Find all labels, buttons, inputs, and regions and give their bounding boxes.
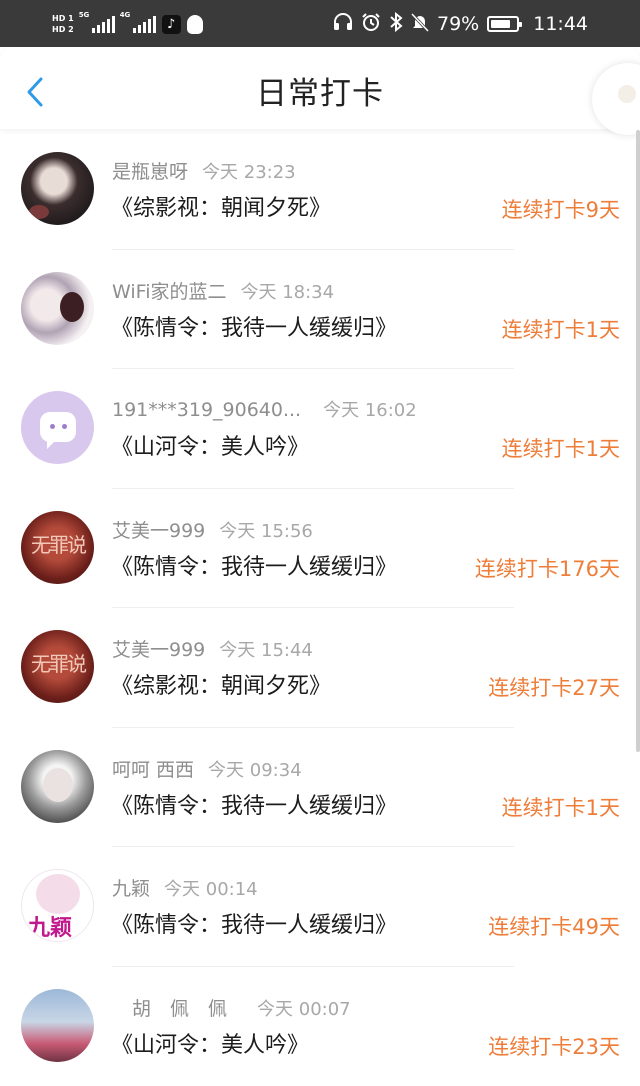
checkin-time: 今天 23:23 [202,162,296,183]
username[interactable]: 艾美一999 [112,639,205,661]
battery-fill [491,20,510,28]
avatar[interactable]: 无罪说 [21,511,94,584]
list-item[interactable]: 胡 佩 佩 今天 00:07 《山河令：美人吟》 连续打卡23天 [0,967,640,1086]
user-line: 艾美一999 今天 15:56 [112,516,313,543]
user-line: 是瓶崽呀今天 23:23 [112,157,296,184]
mute-icon [411,12,429,36]
checkin-time: 今天 15:56 [219,521,313,542]
avatar-seal-text: 无罪说 [31,648,85,677]
user-line: 艾美一999 今天 15:44 [112,635,313,662]
user-line: 九颖今天 00:14 [112,874,258,901]
username[interactable]: 191***319_90640... [112,399,301,421]
qq-icon [187,15,203,34]
checkin-time: 今天 00:07 [257,999,351,1020]
book-title[interactable]: 《陈情令：我待一人缓缓归》 [111,310,397,342]
book-title[interactable]: 《山河令：美人吟》 [111,1027,309,1059]
streak-label: 连续打卡27天 [488,672,620,702]
status-left: HD 1 HD 2 5G 4G ♪ [52,6,203,42]
avatar[interactable]: 无罪说 [21,630,94,703]
user-line: 191***319_90640... 今天 16:02 [112,396,417,422]
streak-label: 连续打卡49天 [488,911,620,941]
checkin-time: 今天 18:34 [240,282,334,303]
avatar[interactable] [21,750,94,823]
user-line: 胡 佩 佩 今天 00:07 [132,994,351,1021]
battery-percent: 79% [437,13,479,35]
streak-label: 连续打卡176天 [475,553,620,583]
hd-indicator: HD 1 HD 2 [52,13,74,35]
streak-label: 连续打卡9天 [502,194,620,224]
list-item[interactable]: 191***319_90640... 今天 16:02 《山河令：美人吟》 连续打… [0,369,640,489]
username[interactable]: 九颖 [112,878,150,900]
float-icon [618,85,636,103]
checkin-time: 今天 00:14 [164,879,258,900]
book-title[interactable]: 《综影视：朝闻夕死》 [111,190,331,222]
status-bar: HD 1 HD 2 5G 4G ♪ 79% 11:44 [0,0,640,47]
username[interactable]: 是瓶崽呀 [112,161,188,183]
book-title[interactable]: 《陈情令：我待一人缓缓归》 [111,907,397,939]
status-right: 79% 11:44 [333,0,588,47]
user-line: WiFi家的蓝二今天 18:34 [112,277,334,304]
battery-icon [487,16,519,32]
avatar[interactable] [21,989,94,1062]
net1-label: 5G [79,11,90,19]
signal-5g-icon: 5G [80,15,115,33]
hd1-label: HD 1 [52,13,74,24]
list-item[interactable]: 九颖 九颖今天 00:14 《陈情令：我待一人缓缓归》 连续打卡49天 [0,847,640,967]
list-item[interactable]: WiFi家的蓝二今天 18:34 《陈情令：我待一人缓缓归》 连续打卡1天 [0,250,640,370]
avatar[interactable] [21,272,94,345]
hd2-label: HD 2 [52,24,74,35]
scrollbar[interactable] [636,130,640,752]
avatar-seal-text: 无罪说 [31,529,85,558]
headphones-icon [333,13,353,35]
streak-label: 连续打卡23天 [488,1031,620,1061]
username[interactable]: WiFi家的蓝二 [112,281,226,303]
list-item[interactable]: 呵呵 西西今天 09:34 《陈情令：我待一人缓缓归》 连续打卡1天 [0,728,640,848]
page-header: 日常打卡 [0,47,640,129]
signal-4g-icon: 4G [121,15,156,33]
avatar[interactable]: 九颖 [21,869,94,942]
chat-bubble-icon [40,412,76,442]
avatar[interactable] [21,152,94,225]
username[interactable]: 艾美一999 [112,520,205,542]
username[interactable]: 胡 佩 佩 [132,998,227,1020]
list-item[interactable]: 无罪说 艾美一999 今天 15:44 《综影视：朝闻夕死》 连续打卡27天 [0,608,640,728]
book-title[interactable]: 《山河令：美人吟》 [111,429,309,461]
checkin-time: 今天 16:02 [323,400,417,421]
avatar-logo-text: 九颖 [28,910,72,942]
page-title: 日常打卡 [0,47,640,141]
net2-label: 4G [120,11,131,19]
streak-label: 连续打卡1天 [502,314,620,344]
streak-label: 连续打卡1天 [502,433,620,463]
tiktok-icon: ♪ [162,15,181,34]
clock: 11:44 [533,13,588,35]
alarm-icon [361,12,381,36]
book-title[interactable]: 《综影视：朝闻夕死》 [111,668,331,700]
avatar[interactable] [21,391,94,464]
checkin-time: 今天 09:34 [208,760,302,781]
username[interactable]: 呵呵 西西 [112,759,194,781]
list-item[interactable]: 无罪说 艾美一999 今天 15:56 《陈情令：我待一人缓缓归》 连续打卡176… [0,489,640,609]
book-title[interactable]: 《陈情令：我待一人缓缓归》 [111,549,397,581]
list-item[interactable]: 是瓶崽呀今天 23:23 《综影视：朝闻夕死》 连续打卡9天 [0,130,640,250]
streak-label: 连续打卡1天 [502,792,620,822]
bluetooth-icon [389,12,403,36]
checkin-list: 是瓶崽呀今天 23:23 《综影视：朝闻夕死》 连续打卡9天 WiFi家的蓝二今… [0,130,640,1086]
user-line: 呵呵 西西今天 09:34 [112,755,302,782]
checkin-time: 今天 15:44 [219,640,313,661]
avatar-face [36,874,80,914]
book-title[interactable]: 《陈情令：我待一人缓缓归》 [111,788,397,820]
